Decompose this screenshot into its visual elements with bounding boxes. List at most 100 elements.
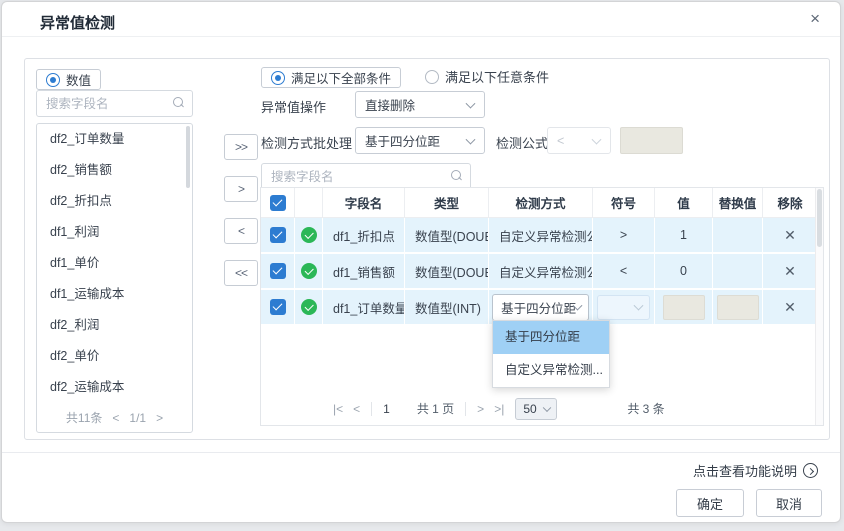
page-size-select[interactable]: 50 bbox=[515, 398, 557, 420]
row-replace bbox=[713, 254, 763, 288]
list-prev-button[interactable]: < bbox=[112, 411, 119, 425]
operation-label: 异常值操作 bbox=[261, 97, 326, 116]
table-row: df1_订单数量 数值型(INT) 基于四分位距 ✕ bbox=[261, 290, 823, 324]
table-search-box bbox=[261, 163, 471, 190]
list-item[interactable]: df2_运输成本 bbox=[37, 372, 192, 403]
remove-row-icon[interactable]: ✕ bbox=[784, 299, 796, 316]
status-ok-icon bbox=[301, 227, 317, 243]
list-item[interactable]: df2_折扣点 bbox=[37, 186, 192, 217]
help-link[interactable]: 点击查看功能说明 bbox=[693, 461, 818, 480]
row-replace bbox=[713, 218, 763, 252]
row-checkbox[interactable] bbox=[270, 263, 286, 279]
chevron-down-icon bbox=[543, 403, 551, 411]
row-method: 自定义异常检测公式 bbox=[489, 218, 593, 252]
dialog-title: 异常值检测 bbox=[40, 12, 115, 33]
col-type: 类型 bbox=[405, 188, 489, 217]
total-pages: 共 1 页 bbox=[417, 400, 454, 417]
list-next-button[interactable]: > bbox=[156, 411, 163, 425]
chevron-down-icon bbox=[466, 134, 476, 144]
cancel-button[interactable]: 取消 bbox=[756, 489, 822, 517]
col-method: 检测方式 bbox=[489, 188, 593, 217]
move-right-button[interactable]: > bbox=[224, 176, 258, 202]
row-field: df1_折扣点 bbox=[323, 218, 405, 252]
outlier-detection-dialog: 异常值检测 × 数值 df2_订单数量 df2_销售额 df2_折扣点 df1_… bbox=[1, 1, 841, 523]
next-page-button[interactable]: > bbox=[477, 402, 484, 416]
method-dropdown-menu: 基于四分位距 自定义异常检测... bbox=[492, 320, 610, 388]
col-field: 字段名 bbox=[323, 188, 405, 217]
list-scrollbar[interactable] bbox=[186, 126, 190, 188]
formula-symbol-select: < bbox=[547, 127, 611, 154]
table-scrollbar-thumb[interactable] bbox=[817, 189, 822, 247]
move-all-right-button[interactable]: >> bbox=[224, 134, 258, 160]
radio-dot-icon bbox=[46, 73, 60, 87]
last-page-button[interactable]: >| bbox=[494, 402, 504, 416]
first-page-button[interactable]: |< bbox=[333, 402, 343, 416]
row-field: df1_销售额 bbox=[323, 254, 405, 288]
move-all-left-button[interactable]: << bbox=[224, 260, 258, 286]
total-rows: 共 3 条 bbox=[627, 400, 664, 417]
formula-value-input bbox=[620, 127, 683, 154]
row-symbol: > bbox=[593, 218, 655, 252]
ok-button[interactable]: 确定 bbox=[676, 489, 744, 517]
circle-arrow-right-icon bbox=[803, 463, 818, 478]
list-item[interactable]: df2_利润 bbox=[37, 310, 192, 341]
list-item[interactable]: df2_订单数量 bbox=[37, 124, 192, 155]
radio-numeric-label: 数值 bbox=[66, 70, 91, 89]
table-row: df1_折扣点 数值型(DOUBL 自定义异常检测公式 > 1 ✕ bbox=[261, 218, 823, 252]
col-value: 值 bbox=[655, 188, 713, 217]
row-value: 1 bbox=[655, 218, 713, 252]
row-method: 自定义异常检测公式 bbox=[489, 254, 593, 288]
row-checkbox[interactable] bbox=[270, 227, 286, 243]
symbol-select-disabled bbox=[597, 295, 649, 320]
current-page: 1 bbox=[383, 402, 390, 416]
list-item[interactable]: df2_销售额 bbox=[37, 155, 192, 186]
remove-row-icon[interactable]: ✕ bbox=[784, 263, 796, 280]
dropdown-option-custom[interactable]: 自定义异常检测... bbox=[493, 354, 609, 387]
table-header-row: 字段名 类型 检测方式 符号 值 替换值 移除 bbox=[261, 188, 823, 218]
row-field: df1_订单数量 bbox=[323, 290, 405, 324]
col-remove: 移除 bbox=[763, 188, 817, 217]
table-search-input[interactable] bbox=[262, 164, 470, 189]
dropdown-option-quartile[interactable]: 基于四分位距 bbox=[493, 321, 609, 354]
replace-input-disabled bbox=[717, 295, 759, 320]
dialog-footer: 点击查看功能说明 确定 取消 bbox=[2, 452, 840, 522]
search-icon bbox=[451, 170, 461, 180]
list-item[interactable]: df1_单价 bbox=[37, 248, 192, 279]
list-page-indicator: 1/1 bbox=[129, 411, 146, 425]
col-replace: 替换值 bbox=[713, 188, 763, 217]
radio-numeric[interactable]: 数值 bbox=[36, 69, 101, 90]
row-symbol: < bbox=[593, 254, 655, 288]
batch-method-value: 基于四分位距 bbox=[365, 131, 440, 150]
row-checkbox[interactable] bbox=[270, 299, 286, 315]
close-icon[interactable]: × bbox=[810, 9, 820, 29]
radio-dot-icon bbox=[425, 70, 439, 84]
method-select-value: 基于四分位距 bbox=[501, 298, 576, 317]
formula-label: 检测公式 bbox=[496, 133, 548, 152]
move-left-button[interactable]: < bbox=[224, 218, 258, 244]
table-scrollbar[interactable] bbox=[815, 188, 823, 425]
divider bbox=[465, 402, 466, 416]
chevron-down-icon bbox=[592, 134, 602, 144]
prev-page-button[interactable]: < bbox=[353, 402, 360, 416]
row-type: 数值型(DOUBL bbox=[405, 218, 489, 252]
list-item[interactable]: df1_运输成本 bbox=[37, 279, 192, 310]
method-select[interactable]: 基于四分位距 bbox=[492, 294, 589, 321]
row-value: 0 bbox=[655, 254, 713, 288]
status-ok-icon bbox=[301, 299, 317, 315]
row-type: 数值型(INT) bbox=[405, 290, 489, 324]
radio-match-all[interactable]: 满足以下全部条件 bbox=[261, 67, 401, 88]
batch-method-select[interactable]: 基于四分位距 bbox=[355, 127, 485, 154]
field-search-input[interactable] bbox=[37, 91, 192, 116]
select-all-checkbox[interactable] bbox=[270, 195, 286, 211]
status-ok-icon bbox=[301, 263, 317, 279]
formula-symbol-value: < bbox=[557, 134, 564, 148]
chevron-down-icon bbox=[633, 301, 643, 311]
operation-select[interactable]: 直接删除 bbox=[355, 91, 485, 118]
radio-match-all-label: 满足以下全部条件 bbox=[291, 68, 391, 87]
status-column-header bbox=[295, 188, 323, 217]
remove-row-icon[interactable]: ✕ bbox=[784, 227, 796, 244]
radio-match-any[interactable]: 满足以下任意条件 bbox=[425, 67, 549, 86]
list-item[interactable]: df2_单价 bbox=[37, 341, 192, 372]
page-size-value: 50 bbox=[523, 402, 536, 416]
list-item[interactable]: df1_利润 bbox=[37, 217, 192, 248]
